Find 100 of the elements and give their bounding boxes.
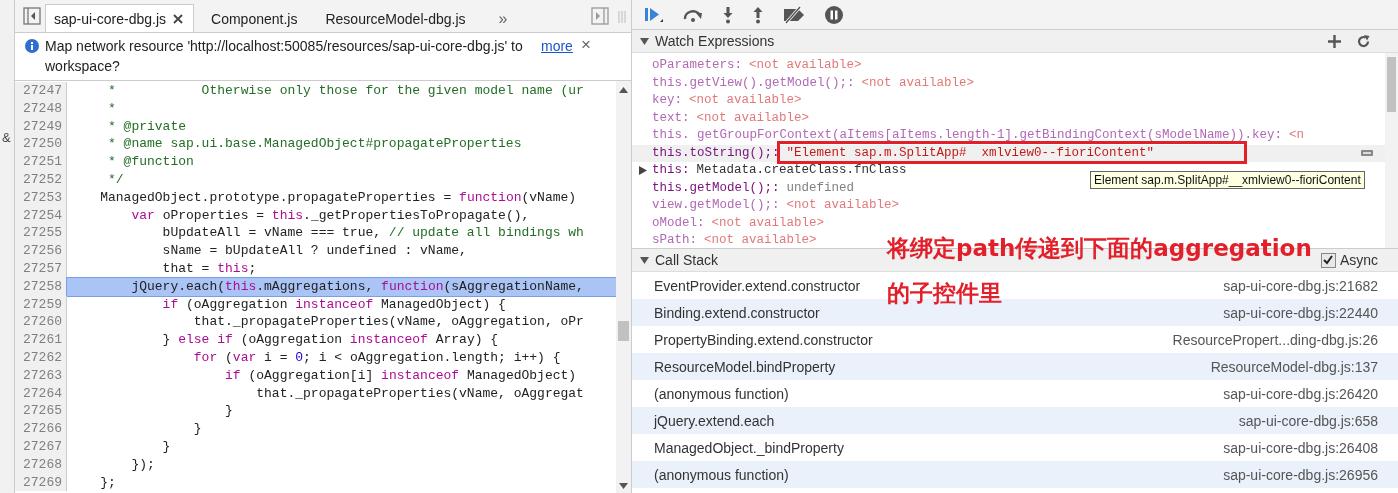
file-tab[interactable]: Component.js	[202, 4, 309, 32]
resume-icon[interactable]	[644, 5, 664, 24]
code-line: that = this;	[161, 259, 258, 278]
scrollbar[interactable]	[616, 81, 631, 493]
line-number: 27260	[15, 313, 67, 332]
deactivate-breakpoints-icon[interactable]	[782, 5, 806, 24]
info-icon	[25, 39, 39, 53]
code-line: if (oAggregation instanceof ManagedObject) {	[161, 295, 507, 314]
step-out-icon[interactable]	[752, 5, 764, 24]
watch-name: text:	[652, 111, 690, 125]
add-icon[interactable]	[1328, 34, 1341, 48]
line-number: 27250	[15, 135, 67, 154]
panel-edge-text: &	[2, 130, 11, 145]
code-line: ManagedObject.prototype.propagateProperties = function(vName)	[99, 188, 578, 207]
expand-triangle-icon[interactable]	[639, 166, 647, 176]
watch-name: key:	[652, 94, 682, 108]
code-line: }	[224, 402, 234, 421]
scrollbar-thumb[interactable]	[618, 321, 629, 341]
file-tab[interactable]: sap-ui-core-dbg.js	[45, 4, 195, 32]
tooltip: Element sap.m.SplitApp#__xmlview0--fioriContent	[1090, 171, 1365, 189]
watch-value: <not available>	[696, 111, 810, 125]
source-location: sap-ui-core-dbg.js:21682	[1223, 277, 1378, 294]
line-number: 27251	[15, 153, 67, 171]
code-line: };	[99, 473, 117, 492]
function-name: ManagedObject._bindProperty	[654, 439, 844, 456]
watch-name: this:	[652, 164, 690, 178]
step-into-icon[interactable]	[722, 5, 734, 24]
line-number: 27247	[15, 82, 67, 100]
watch-name: view.getModel();:	[652, 199, 780, 213]
drag-handle-icon[interactable]	[617, 9, 627, 25]
source-location: sap-ui-core-dbg.js:26420	[1223, 385, 1378, 402]
watch-value: <not available>	[711, 216, 825, 230]
watch-value: Metadata.createClass.fnClass	[696, 164, 907, 178]
source-location: sap-ui-core-dbg.js:22440	[1223, 304, 1378, 321]
watch-value: "Element sap.m.SplitApp# xmlview0--fioriContent"	[786, 146, 1155, 160]
code-line: that._propagateProperties(vName, oAggregation, oPr	[192, 313, 585, 332]
code-line: }	[161, 437, 172, 456]
pause-icon[interactable]	[824, 4, 844, 25]
call-stack-row[interactable]: jQuery.extend.each sap-ui-core-dbg.js:658	[632, 407, 1398, 434]
async-checkbox[interactable]: Async	[1320, 252, 1378, 268]
scrollbar[interactable]	[1385, 53, 1398, 248]
watch-value: <not available>	[749, 59, 862, 73]
watch-name: this.toString();:	[652, 146, 780, 160]
code-line: that._propagateProperties(vName, oAggregat	[255, 384, 585, 403]
function-name: PropertyBinding.extend.constructor	[654, 331, 873, 348]
more-tabs-button[interactable]: »	[494, 10, 512, 28]
function-name: ResourceModel.bindProperty	[654, 358, 836, 375]
watch-value: <not available>	[704, 234, 817, 248]
code-line: * @function	[107, 153, 195, 171]
scroll-up-icon[interactable]	[619, 87, 628, 93]
watch-value: <not available>	[689, 94, 802, 108]
code-line: var oProperties = this._getPropertiesToPropagate(),	[130, 206, 531, 225]
watch-value: <not available>	[861, 76, 975, 90]
line-number: 27256	[15, 242, 67, 260]
watch-name: oModel:	[652, 216, 705, 230]
watch-name: oParameters:	[652, 59, 742, 73]
code-line: for (var i = 0; i < oAggregation.length; i++) {	[192, 348, 562, 367]
expanded-triangle-icon[interactable]	[640, 36, 649, 46]
function-name: jQuery.extend.each	[654, 412, 775, 429]
file-tab[interactable]: ResourceModel-dbg.js	[316, 4, 477, 32]
watch-name: this.getModel();:	[652, 181, 780, 195]
watch-value: <n	[1289, 129, 1305, 143]
source-location: ResourcePropert...ding-dbg.js:26	[1172, 331, 1378, 348]
call-stack-row[interactable]: ResourceModel.bindProperty ResourceModel-dbg.js:137	[632, 353, 1398, 380]
debugger-toggle-icon[interactable]	[591, 7, 609, 25]
section-title: Watch Expressions	[655, 33, 775, 49]
code-line: *	[107, 99, 117, 118]
code-line: bUpdateAll = vName === true, // update all bindings wh	[161, 224, 585, 243]
call-stack-row[interactable]: (anonymous function) sap-ui-core-dbg.js:26956	[632, 461, 1398, 488]
code-line: if (oAggregation[i] instanceof ManagedObject)	[224, 366, 578, 385]
code-line: });	[130, 455, 156, 474]
code-line: * @name sap.ui.base.ManagedObject#propagateProperties	[107, 135, 523, 154]
source-location: sap-ui-core-dbg.js:658	[1238, 412, 1378, 429]
code-line: * @private	[107, 117, 188, 136]
close-button[interactable]: ×	[578, 36, 593, 54]
watch-value: undefined	[786, 181, 855, 195]
watch-value: <not available>	[786, 199, 900, 213]
watch-name: this.getView().getModel();:	[652, 76, 855, 90]
more-link[interactable]: more	[541, 36, 573, 56]
sidebar-toggle-icon[interactable]	[23, 7, 41, 25]
info-message: Map network resource 'http://localhost:50085/resources/sap-ui-core-dbg.js' to workspace?	[45, 37, 524, 76]
function-name: Binding.extend.constructor	[654, 304, 820, 321]
source-location: ResourceModel-dbg.js:137	[1210, 358, 1378, 375]
code-line: }	[192, 420, 203, 438]
checkbox[interactable]	[1320, 252, 1336, 268]
code-line: } else if (oAggregation instanceof Array) {	[161, 331, 500, 349]
code-line: */	[107, 171, 125, 189]
expanded-triangle-icon[interactable]	[640, 255, 649, 265]
delete-icon[interactable]	[1361, 150, 1373, 157]
scroll-down-icon[interactable]	[619, 483, 628, 489]
source-location: sap-ui-core-dbg.js:26956	[1223, 466, 1378, 483]
code-line: sName = bUpdateAll ? undefined : vName,	[161, 242, 468, 260]
section-title: Call Stack	[655, 252, 719, 268]
line-number: 27261	[15, 331, 67, 349]
source-location: sap-ui-core-dbg.js:26408	[1223, 439, 1378, 456]
refresh-icon[interactable]	[1357, 34, 1370, 48]
watch-name: this. getGroupForContext(aItems[aItems.length-1].getBindingContext(sModelName)).key:	[652, 129, 1283, 143]
code-line: * Otherwise only those for the given model name (ur	[107, 82, 585, 100]
scrollbar-thumb[interactable]	[1387, 57, 1396, 112]
close-icon[interactable]	[173, 13, 184, 24]
